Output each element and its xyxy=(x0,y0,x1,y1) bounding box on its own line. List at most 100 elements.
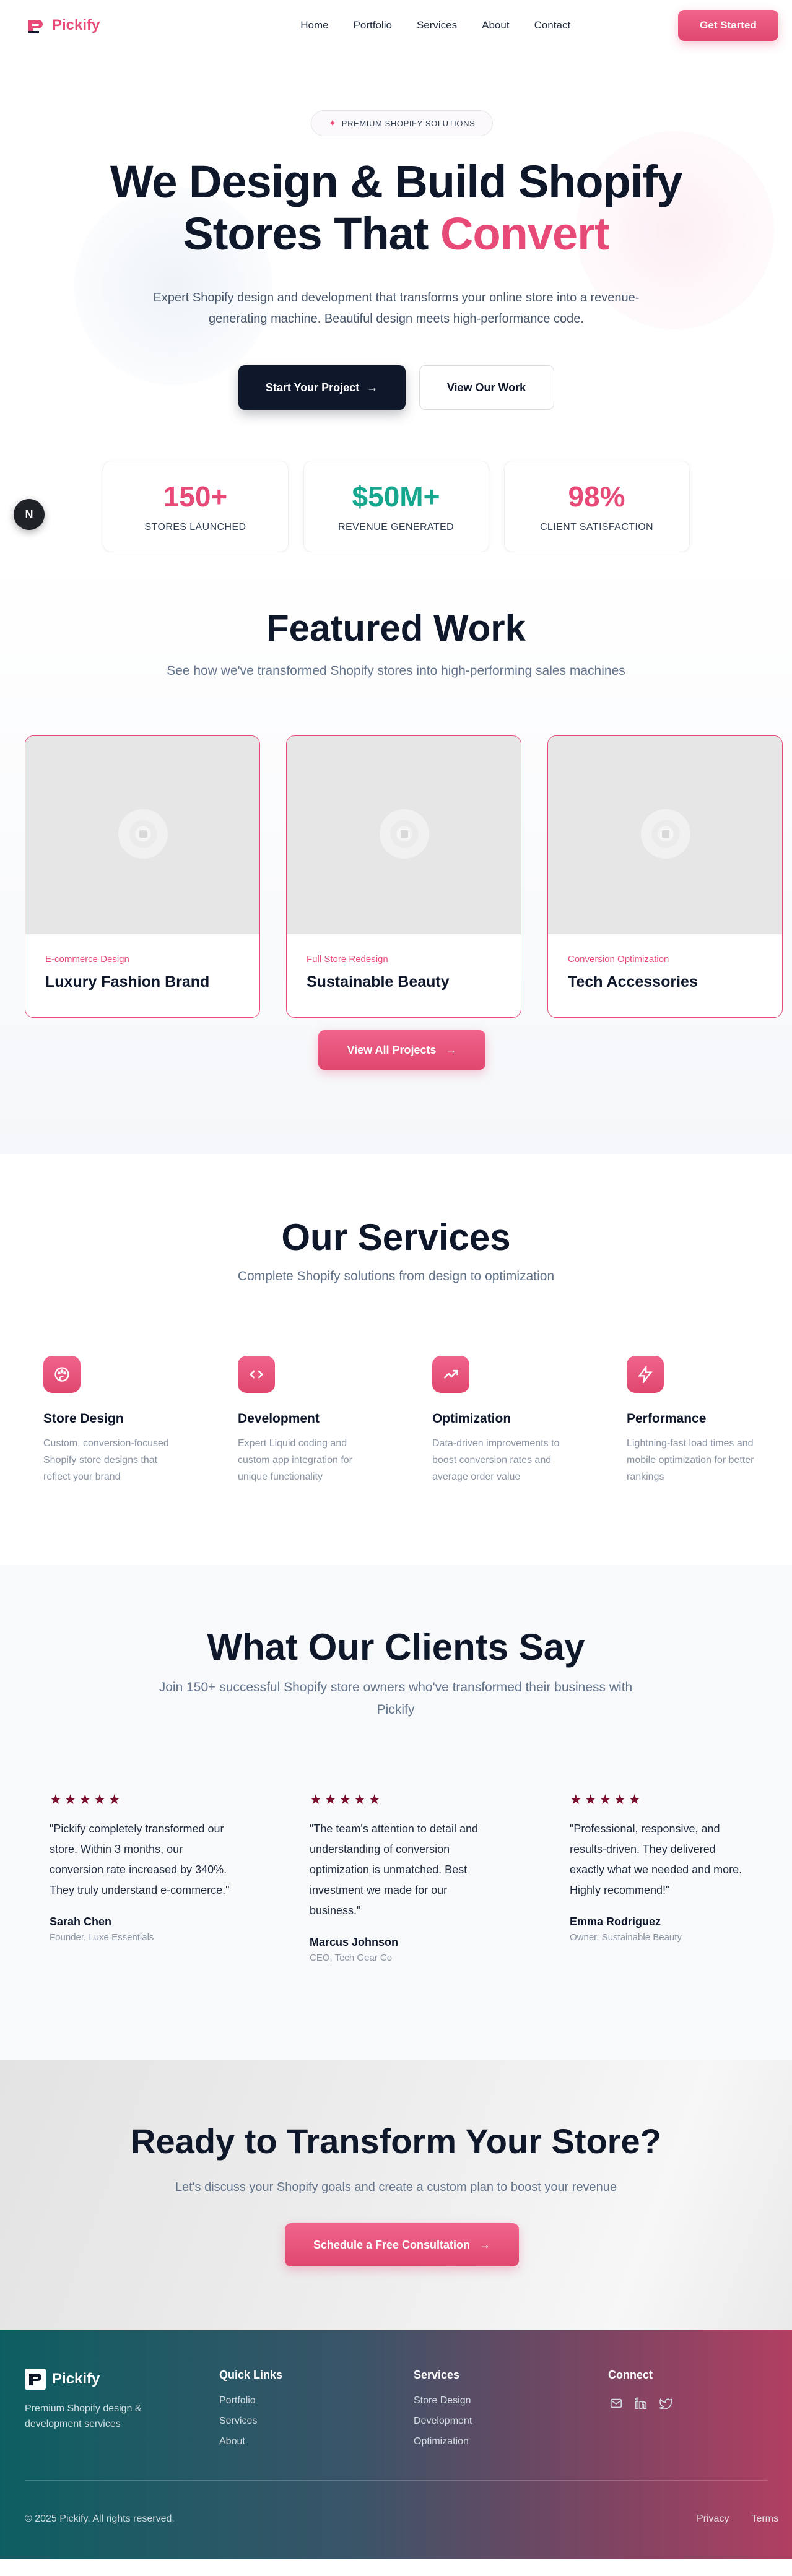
services-title: Our Services xyxy=(281,1216,511,1258)
arrow-right-icon: → xyxy=(439,1043,457,1056)
testimonial-name: Marcus Johnson xyxy=(310,1936,399,1948)
footer-link-store-design[interactable]: Store Design xyxy=(414,2395,472,2406)
stat-value: 98% xyxy=(568,480,625,513)
service-title: Store Design xyxy=(43,1412,124,1426)
service-item: Optimization Data-driven improvements to… xyxy=(432,1356,570,1485)
nav-links: Home Portfolio Services About Contact xyxy=(300,19,570,32)
star-rating-icon: ★★★★★ xyxy=(310,1792,383,1807)
stats-row: 150+ STORES LAUNCHED $50M+ REVENUE GENER… xyxy=(0,461,792,552)
service-title: Optimization xyxy=(432,1412,511,1426)
project-card[interactable]: Conversion Optimization Tech Accessories xyxy=(547,735,783,1018)
logo-icon xyxy=(25,2369,46,2390)
nav-link-home[interactable]: Home xyxy=(300,19,328,32)
testimonials-grid: ★★★★★ "Pickify completely transformed ou… xyxy=(50,1792,752,1963)
featured-title: Featured Work xyxy=(266,607,526,649)
footer-link-terms[interactable]: Terms xyxy=(751,2513,778,2525)
zap-icon xyxy=(627,1356,664,1393)
nav-link-services[interactable]: Services xyxy=(417,19,457,32)
stat-value: 150+ xyxy=(163,480,228,513)
footer-tagline: Premium Shopify design & development ser… xyxy=(25,2403,142,2429)
floating-n-badge[interactable]: N xyxy=(14,499,45,530)
star-rating-icon: ★★★★★ xyxy=(50,1792,123,1807)
hero-title: We Design & Build Shopify Stores That Co… xyxy=(0,156,792,260)
testimonial-card: ★★★★★ "The team's attention to detail an… xyxy=(310,1792,492,1963)
nav-link-portfolio[interactable]: Portfolio xyxy=(354,19,392,32)
project-tag: Conversion Optimization xyxy=(568,954,669,965)
footer-connect: Connect xyxy=(608,2369,674,2411)
footer-link-privacy[interactable]: Privacy xyxy=(697,2513,729,2525)
services-grid: Store Design Custom, conversion-focused … xyxy=(43,1356,764,1485)
featured-work-section: Featured Work See how we've transformed … xyxy=(0,552,792,1154)
project-card[interactable]: E-commerce Design Luxury Fashion Brand xyxy=(25,735,260,1018)
project-cards: E-commerce Design Luxury Fashion Brand F… xyxy=(25,735,783,1018)
site-footer: Pickify Premium Shopify design & develop… xyxy=(0,2330,792,2559)
view-all-projects-button[interactable]: View All Projects → xyxy=(318,1030,485,1070)
schedule-consultation-button[interactable]: Schedule a Free Consultation → xyxy=(285,2223,519,2266)
nav-link-contact[interactable]: Contact xyxy=(534,19,571,32)
loading-spinner-icon xyxy=(118,809,168,859)
footer-copyright: © 2025 Pickify. All rights reserved. xyxy=(25,2513,175,2524)
start-project-button[interactable]: Start Your Project → xyxy=(238,365,406,410)
footer-link-services[interactable]: Services xyxy=(219,2416,282,2427)
footer-divider xyxy=(25,2480,767,2481)
services-subtitle: Complete Shopify solutions from design t… xyxy=(237,1269,555,1283)
project-card[interactable]: Full Store Redesign Sustainable Beauty xyxy=(286,735,521,1018)
testimonial-card: ★★★★★ "Professional, responsive, and res… xyxy=(570,1792,752,1963)
testimonial-role: CEO, Tech Gear Co xyxy=(310,1953,393,1963)
sparkle-icon: ✦ xyxy=(328,118,337,129)
cta-title: Ready to Transform Your Store? xyxy=(131,2122,661,2161)
logo-text: Pickify xyxy=(52,17,100,33)
footer-link-portfolio[interactable]: Portfolio xyxy=(219,2395,282,2406)
hero-section: ✦ PREMIUM SHOPIFY SOLUTIONS We Design & … xyxy=(0,51,792,552)
cta-section: Ready to Transform Your Store? Let's dis… xyxy=(0,2060,792,2330)
testimonial-name: Emma Rodriguez xyxy=(570,1915,661,1928)
footer-logo-text: Pickify xyxy=(52,2370,100,2387)
footer-legal-links: Privacy Terms xyxy=(697,2513,778,2525)
twitter-icon[interactable] xyxy=(658,2395,674,2411)
hero-ctas: Start Your Project → View Our Work xyxy=(0,365,792,410)
service-item: Development Expert Liquid coding and cus… xyxy=(238,1356,375,1485)
project-name: Luxury Fashion Brand xyxy=(45,973,210,991)
hero-badge: ✦ PREMIUM SHOPIFY SOLUTIONS xyxy=(311,110,493,136)
stat-card: 150+ STORES LAUNCHED xyxy=(102,461,289,552)
service-title: Performance xyxy=(627,1412,707,1426)
social-links xyxy=(608,2395,674,2411)
footer-quick-links: Quick Links Portfolio Services About xyxy=(219,2369,282,2457)
project-tag: E-commerce Design xyxy=(45,954,129,965)
footer-logo[interactable]: Pickify xyxy=(25,2369,186,2390)
stat-label: REVENUE GENERATED xyxy=(338,522,454,532)
service-desc: Lightning-fast load times and mobile opt… xyxy=(627,1438,754,1482)
service-desc: Expert Liquid coding and custom app inte… xyxy=(238,1438,352,1482)
footer-link-about[interactable]: About xyxy=(219,2436,282,2447)
footer-quick-links-title: Quick Links xyxy=(219,2369,283,2381)
testimonial-name: Sarah Chen xyxy=(50,1915,112,1928)
palette-icon xyxy=(43,1356,81,1393)
hero-title-line1: We Design & Build Shopify xyxy=(110,156,682,207)
service-desc: Custom, conversion-focused Shopify store… xyxy=(43,1438,169,1482)
stat-label: STORES LAUNCHED xyxy=(144,522,246,532)
view-work-button[interactable]: View Our Work xyxy=(419,365,554,410)
testimonials-section: What Our Clients Say Join 150+ successfu… xyxy=(0,1565,792,2060)
project-image-placeholder xyxy=(548,736,782,934)
project-tag: Full Store Redesign xyxy=(307,954,388,965)
footer-link-optimization[interactable]: Optimization xyxy=(414,2436,472,2447)
hero-badge-text: PREMIUM SHOPIFY SOLUTIONS xyxy=(341,118,476,128)
service-item: Store Design Custom, conversion-focused … xyxy=(43,1356,181,1485)
testimonials-subtitle: Join 150+ successful Shopify store owner… xyxy=(159,1680,633,1717)
testimonial-role: Founder, Luxe Essentials xyxy=(50,1932,154,1943)
logo-icon xyxy=(28,20,43,33)
testimonials-title: What Our Clients Say xyxy=(207,1626,585,1668)
testimonial-card: ★★★★★ "Pickify completely transformed ou… xyxy=(50,1792,232,1963)
service-desc: Data-driven improvements to boost conver… xyxy=(432,1438,560,1482)
get-started-button[interactable]: Get Started xyxy=(678,10,778,41)
featured-subtitle: See how we've transformed Shopify stores… xyxy=(167,664,625,678)
arrow-right-icon: → xyxy=(367,381,378,394)
footer-connect-title: Connect xyxy=(608,2369,653,2381)
footer-services-title: Services xyxy=(414,2369,460,2381)
mail-icon[interactable] xyxy=(608,2395,624,2411)
logo[interactable]: Pickify xyxy=(25,15,100,36)
loading-spinner-icon xyxy=(641,809,690,859)
linkedin-icon[interactable] xyxy=(633,2395,649,2411)
footer-link-development[interactable]: Development xyxy=(414,2416,472,2427)
nav-link-about[interactable]: About xyxy=(482,19,509,32)
